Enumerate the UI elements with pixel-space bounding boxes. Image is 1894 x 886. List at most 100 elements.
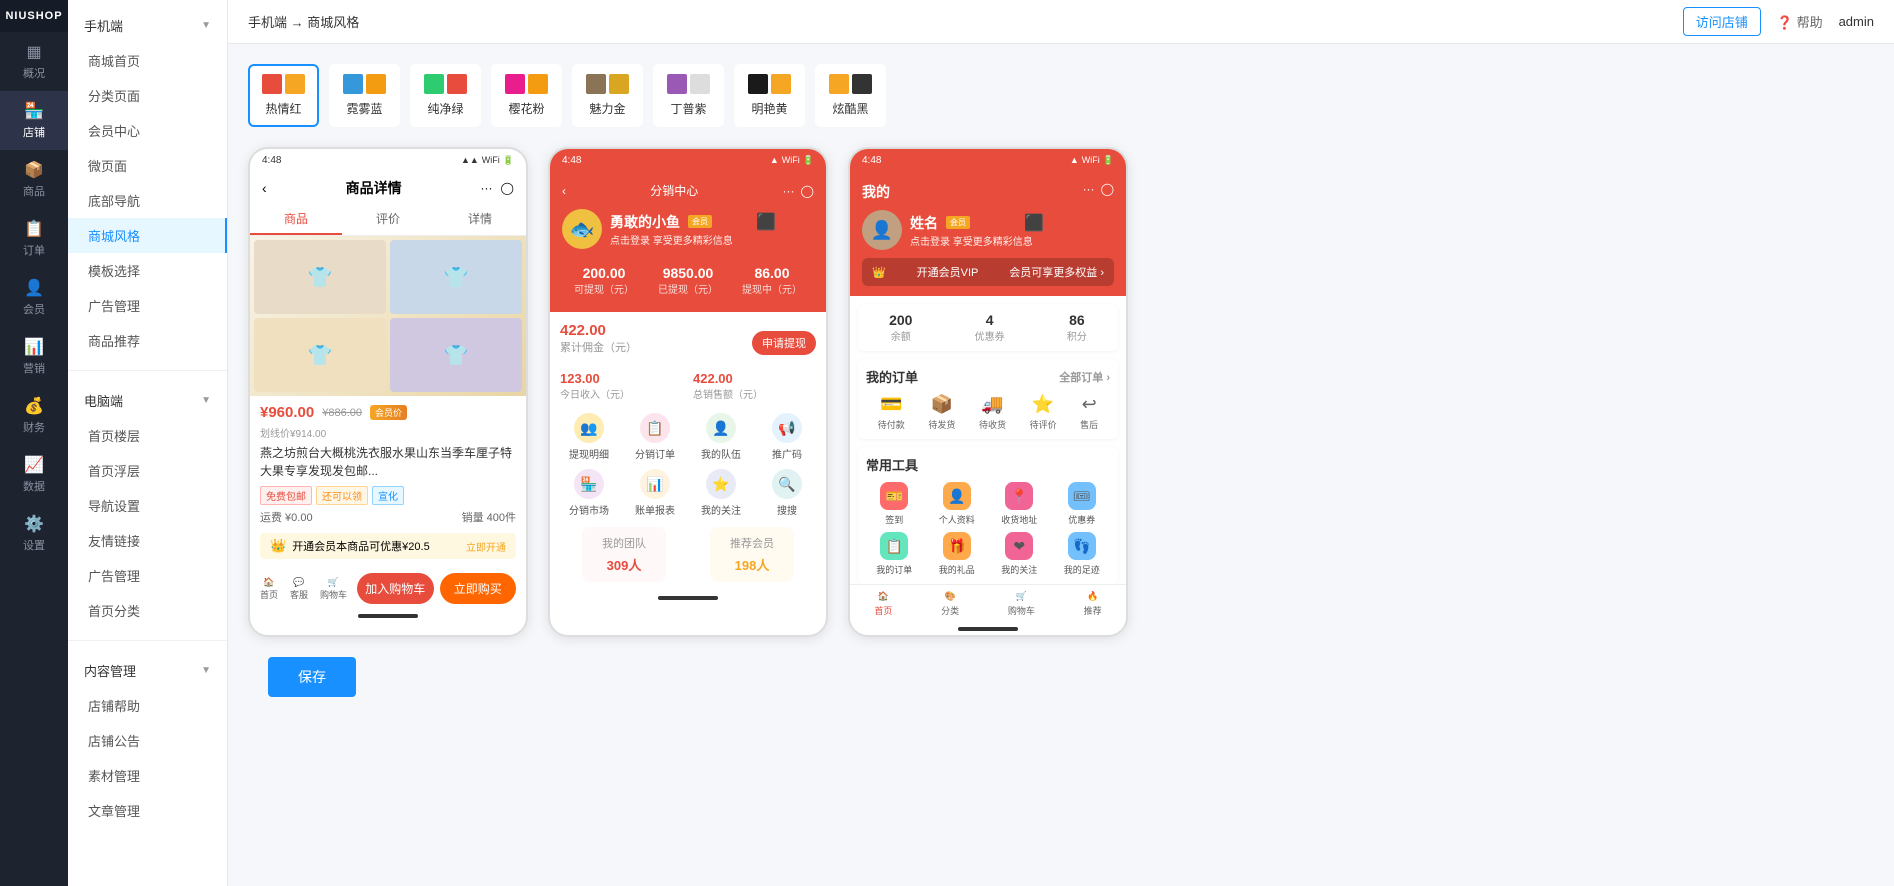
menu-friendly-links[interactable]: 友情链接 [68,523,227,558]
dist-total-sales: 422.00 总销售额（元） [693,371,816,401]
nav-service[interactable]: 💬客服 [290,577,308,601]
home-icon: 🏠 [263,577,274,588]
bottom-category-icon: 🎨 [945,591,956,602]
menu-goods-recommend[interactable]: 商品推荐 [68,323,227,358]
menu-bottom-nav[interactable]: 底部导航 [68,183,227,218]
tool-address[interactable]: 📍 收货地址 [991,482,1048,526]
apply-withdraw-button[interactable]: 申请提现 [752,331,816,355]
nav-order[interactable]: 📋 订单 [0,209,68,268]
menu-category[interactable]: 分类页面 [68,78,227,113]
nav-settings[interactable]: ⚙️ 设置 [0,504,68,563]
share-icon: ◯ [501,181,514,195]
order-pending-receive[interactable]: 🚚 待收货 [979,394,1006,431]
pending-pay-label: 待付款 [878,418,905,431]
theme-ding-purple[interactable]: 丁普紫 [653,64,724,127]
buy-now-button[interactable]: 立即购买 [440,573,516,604]
menu-store-notice[interactable]: 店铺公告 [68,723,227,758]
bottom-nav-home[interactable]: 🏠 首页 [874,591,892,617]
store-icon: 🏪 [24,101,44,121]
divider-2 [68,640,227,641]
content-section-header[interactable]: 内容管理 ▼ [68,653,227,688]
tool-follow[interactable]: ❤ 我的关注 [991,532,1048,576]
menu-material-mgmt[interactable]: 素材管理 [68,758,227,793]
theme-hot-red[interactable]: 热情红 [248,64,319,127]
nav-home[interactable]: 🏠首页 [260,577,278,601]
menu-member-center[interactable]: 会员中心 [68,113,227,148]
my-name-row: 姓名 会员 ⬛ [910,213,1044,233]
dist-tool-search[interactable]: 🔍 搜搜 [758,469,816,517]
visit-store-button[interactable]: 访问店铺 [1683,7,1761,36]
tool-footprint[interactable]: 👣 我的足迹 [1054,532,1111,576]
menu-pc-home-float[interactable]: 首页浮层 [68,453,227,488]
dist-tool-market[interactable]: 🏪 分销市场 [560,469,618,517]
nav-member[interactable]: 👤 会员 [0,268,68,327]
pending-ship-icon: 📦 [931,394,953,415]
menu-ad-management[interactable]: 广告管理 [68,288,227,323]
dist-tool-follow[interactable]: ⭐ 我的关注 [692,469,750,517]
dist-today-income-val: 123.00 [560,371,683,386]
my-vip-banner[interactable]: 👑 开通会员VIP 会员可享更多权益 › [862,258,1114,286]
menu-mall-style[interactable]: 商城风格 [68,218,227,253]
bottom-nav-category[interactable]: 🎨 分类 [941,591,959,617]
theme-bright-yellow-colors [748,74,791,94]
theme-cherry-pink[interactable]: 樱花粉 [491,64,562,127]
dist-tool-order[interactable]: 📋 分销订单 [626,413,684,461]
nav-data[interactable]: 📈 数据 [0,445,68,504]
tool-checkin[interactable]: 🎫 签到 [866,482,923,526]
help-link[interactable]: ❓ 帮助 [1777,12,1823,31]
order-pending-pay[interactable]: 💳 待付款 [878,394,905,431]
theme-dazzle-black-label: 炫酷黑 [832,100,868,117]
nav-goods[interactable]: 📦 商品 [0,150,68,209]
dist-tool-follow-label: 我的关注 [701,502,741,517]
theme-dazzle-black[interactable]: 炫酷黑 [815,64,886,127]
my-header-top: 我的 ··· ◯ [862,182,1114,202]
theme-bright-yellow[interactable]: 明艳黄 [734,64,805,127]
theme-charm-gold[interactable]: 魅力金 [572,64,643,127]
dist-tool-bill[interactable]: 📊 账单报表 [626,469,684,517]
nav-cart[interactable]: 🛒购物车 [320,577,347,601]
bottom-nav-recommend[interactable]: 🔥 推荐 [1084,591,1102,617]
my-order-all-link[interactable]: 全部订单 › [1059,369,1110,385]
pc-section-header[interactable]: 电脑端 ▼ [68,383,227,418]
bottom-cart-label: 购物车 [1008,604,1035,617]
menu-pc-home-top[interactable]: 首页楼层 [68,418,227,453]
nav-store[interactable]: 🏪 店铺 [0,91,68,150]
menu-mobile-home[interactable]: 商城首页 [68,43,227,78]
dist-avatar: 🐟 [562,209,602,249]
add-to-cart-button[interactable]: 加入购物车 [357,573,433,604]
tool-gift[interactable]: 🎁 我的礼品 [929,532,986,576]
tool-coupon[interactable]: 🎟 优惠券 [1054,482,1111,526]
theme-sky-blue[interactable]: 霓雾蓝 [329,64,400,127]
theme-pure-green[interactable]: 纯净绿 [410,64,481,127]
menu-pc-ad[interactable]: 广告管理 [68,558,227,593]
dist-my-team: 我的团队 309人 [582,527,666,582]
dist-tool-qr[interactable]: 📢 推广码 [758,413,816,461]
tools-section: 常用工具 🎫 签到 👤 个人资料 📍 [858,447,1118,584]
tool-my-order[interactable]: 📋 我的订单 [866,532,923,576]
dist-stat-pending-val: 86.00 [742,265,802,281]
tab-reviews[interactable]: 评价 [342,204,434,235]
tool-profile[interactable]: 👤 个人资料 [929,482,986,526]
tab-detail[interactable]: 详情 [434,204,526,235]
vip-open-text[interactable]: 立即开通 [466,539,506,554]
nav-finance[interactable]: 💰 财务 [0,386,68,445]
menu-article-mgmt[interactable]: 文章管理 [68,793,227,828]
mobile-section-header[interactable]: 手机端 ▼ [68,8,227,43]
shipping-row: 运费 ¥0.00 销量 400件 [260,509,516,525]
nav-marketing[interactable]: 📊 营销 [0,327,68,386]
dist-tool-detail[interactable]: 👥 提现明细 [560,413,618,461]
save-button[interactable]: 保存 [268,657,356,697]
dist-tool-bill-label: 账单报表 [635,502,675,517]
nav-overview[interactable]: ▦ 概况 [0,32,68,91]
menu-micro-page[interactable]: 微页面 [68,148,227,183]
tab-goods[interactable]: 商品 [250,204,342,235]
bottom-nav-cart[interactable]: 🛒 购物车 [1008,591,1035,617]
menu-pc-home-cat[interactable]: 首页分类 [68,593,227,628]
menu-store-help[interactable]: 店铺帮助 [68,688,227,723]
menu-nav-settings[interactable]: 导航设置 [68,488,227,523]
dist-tool-team[interactable]: 👤 我的队伍 [692,413,750,461]
order-pending-ship[interactable]: 📦 待发货 [928,394,955,431]
order-pending-review[interactable]: ⭐ 待评价 [1030,394,1057,431]
menu-template-select[interactable]: 模板选择 [68,253,227,288]
order-after-sale[interactable]: ↩ 售后 [1080,394,1098,431]
